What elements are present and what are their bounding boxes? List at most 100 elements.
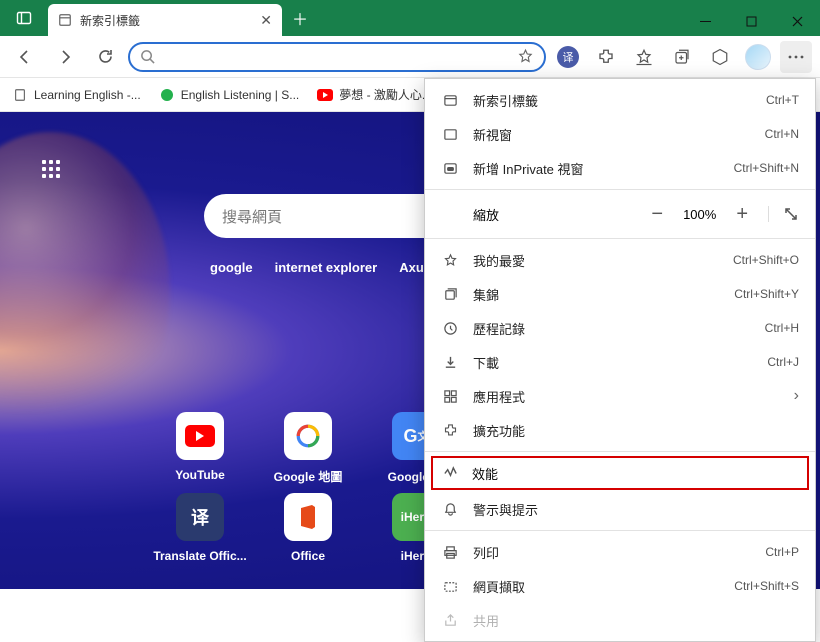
menu-label: 效能 [472, 464, 498, 483]
refresh-button[interactable] [88, 40, 122, 74]
menu-label: 共用 [473, 611, 499, 630]
tile-google-maps[interactable]: Google 地圖 [258, 412, 358, 485]
menu-separator [425, 530, 815, 531]
fullscreen-icon[interactable] [768, 206, 799, 222]
menu-shortcut: Ctrl+N [765, 127, 799, 141]
bookmark-item[interactable]: Learning English -... [12, 87, 141, 103]
tile-youtube[interactable]: YouTube [150, 412, 250, 485]
menu-label: 我的最愛 [473, 251, 525, 270]
bookmark-label: 夢想 - 激勵人心... [339, 86, 432, 103]
menu-label: 下載 [473, 353, 499, 372]
capture-icon [441, 579, 459, 594]
tab-page-icon [58, 13, 72, 27]
bookmark-label: Learning English -... [34, 88, 141, 102]
menu-extensions[interactable]: 擴充功能 [425, 413, 815, 447]
inprivate-icon [441, 161, 459, 176]
zoom-label: 縮放 [473, 205, 499, 224]
new-window-icon [441, 127, 459, 142]
menu-separator [425, 189, 815, 190]
quick-links: YouTube Google 地圖 G文Google 翻 译Translate … [150, 412, 466, 563]
tab-title: 新索引標籤 [80, 12, 140, 29]
toolbar: 译 [0, 36, 820, 78]
menu-separator [425, 238, 815, 239]
tile-label: Translate Offic... [153, 549, 246, 563]
puzzle-icon [441, 423, 459, 438]
site-icon [159, 87, 175, 103]
menu-label: 歷程記錄 [473, 319, 525, 338]
menu-label: 警示與提示 [473, 500, 538, 519]
menu-label: 網頁擷取 [473, 577, 525, 596]
zoom-value: 100% [683, 207, 716, 222]
menu-performance[interactable]: 效能 [431, 456, 809, 490]
bookmark-item[interactable]: English Listening | S... [159, 87, 300, 103]
titlebar: 新索引標籤 ✕ ＋ [0, 0, 820, 36]
address-bar[interactable] [128, 42, 546, 72]
share-icon [441, 613, 459, 628]
menu-favorites[interactable]: 我的最愛 Ctrl+Shift+O [425, 243, 815, 277]
history-icon [441, 321, 459, 336]
menu-label: 列印 [473, 543, 499, 562]
background-image [0, 132, 170, 452]
profile-avatar[interactable] [742, 41, 774, 73]
favorite-star-icon[interactable] [517, 48, 534, 65]
menu-label: 應用程式 [473, 387, 525, 406]
tile-label: Office [291, 549, 325, 563]
minimize-button[interactable] [682, 6, 728, 36]
menu-new-tab[interactable]: 新索引標籤 Ctrl+T [425, 83, 815, 117]
suggestion-link[interactable]: google [210, 260, 253, 275]
bookmark-label: English Listening | S... [181, 88, 300, 102]
extension-translate-icon[interactable]: 译 [552, 41, 584, 73]
menu-shortcut: Ctrl+Shift+S [734, 579, 799, 593]
settings-menu: 新索引標籤 Ctrl+T 新視窗 Ctrl+N 新增 InPrivate 視窗 … [424, 78, 816, 642]
tile-label: Google 地圖 [274, 468, 343, 485]
menu-web-capture[interactable]: 網頁擷取 Ctrl+Shift+S [425, 569, 815, 603]
tile-label: YouTube [175, 468, 225, 482]
menu-apps[interactable]: 應用程式 [425, 379, 815, 413]
menu-shortcut: Ctrl+H [765, 321, 799, 335]
new-tab-icon [441, 93, 459, 108]
bookmark-item[interactable]: 夢想 - 激勵人心... [317, 86, 432, 103]
tile-translate-office[interactable]: 译Translate Offic... [150, 493, 250, 563]
zoom-out-button[interactable]: − [651, 203, 663, 226]
suggestion-link[interactable]: internet explorer [275, 260, 378, 275]
menu-new-window[interactable]: 新視窗 Ctrl+N [425, 117, 815, 151]
apps-grid-icon[interactable] [42, 160, 64, 182]
menu-downloads[interactable]: 下載 Ctrl+J [425, 345, 815, 379]
menu-share: 共用 [425, 603, 815, 637]
menu-print[interactable]: 列印 Ctrl+P [425, 535, 815, 569]
back-button[interactable] [8, 40, 42, 74]
window-controls [682, 6, 820, 36]
search-placeholder: 搜尋網頁 [222, 206, 282, 227]
page-icon [12, 87, 28, 103]
extensions-icon[interactable] [590, 41, 622, 73]
menu-shortcut: Ctrl+Shift+Y [734, 287, 799, 301]
forward-button[interactable] [48, 40, 82, 74]
menu-shortcut: Ctrl+J [767, 355, 799, 369]
apps-icon [441, 389, 459, 404]
tile-office[interactable]: Office [258, 493, 358, 563]
tab-close-icon[interactable]: ✕ [260, 12, 272, 29]
menu-zoom: 縮放 − 100% + [425, 194, 815, 234]
menu-shortcut: Ctrl+Shift+O [733, 253, 799, 267]
menu-label: 新視窗 [473, 125, 512, 144]
new-tab-button[interactable]: ＋ [282, 0, 318, 36]
zoom-in-button[interactable]: + [736, 203, 748, 226]
maximize-button[interactable] [728, 6, 774, 36]
menu-collections[interactable]: 集錦 Ctrl+Shift+Y [425, 277, 815, 311]
menu-label: 集錦 [473, 285, 499, 304]
menu-history[interactable]: 歷程記錄 Ctrl+H [425, 311, 815, 345]
bell-icon [441, 502, 459, 517]
menu-label: 新索引標籤 [473, 91, 538, 110]
menu-alerts[interactable]: 警示與提示 [425, 492, 815, 526]
app-icon[interactable] [704, 41, 736, 73]
browser-tab[interactable]: 新索引標籤 ✕ [48, 4, 282, 36]
download-icon [441, 355, 459, 370]
menu-new-inprivate[interactable]: 新增 InPrivate 視窗 Ctrl+Shift+N [425, 151, 815, 185]
tab-actions-icon[interactable] [0, 0, 48, 36]
youtube-icon [317, 87, 333, 103]
collections-icon[interactable] [666, 41, 698, 73]
close-window-button[interactable] [774, 6, 820, 36]
settings-menu-button[interactable] [780, 41, 812, 73]
favorites-icon[interactable] [628, 41, 660, 73]
collections-icon [441, 287, 459, 302]
